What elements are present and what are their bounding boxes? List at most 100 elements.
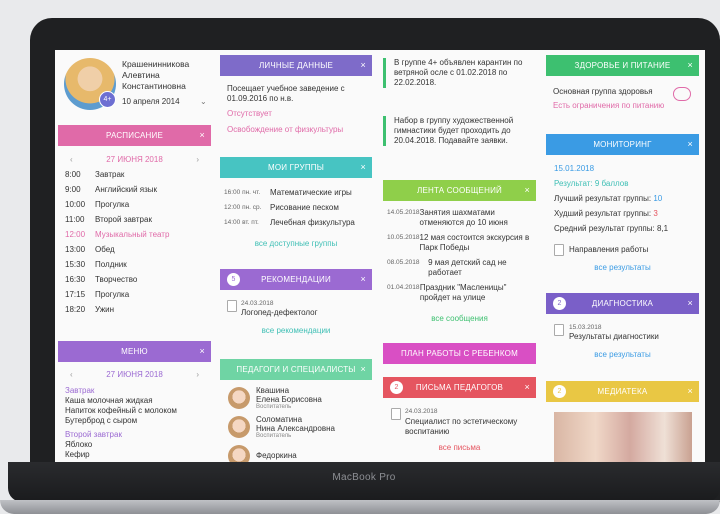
media-header: 2 МЕДИАТЕКА × xyxy=(546,381,699,402)
count-badge: 5 xyxy=(227,273,240,286)
close-icon[interactable]: × xyxy=(200,346,205,356)
menu-title: МЕНЮ xyxy=(121,347,148,356)
close-icon[interactable]: × xyxy=(361,364,366,374)
list-item: 11:00 Второй завтрак xyxy=(65,215,152,224)
list-item: 10:00 Прогулка xyxy=(65,200,130,209)
document-icon xyxy=(554,324,564,336)
all-results-link[interactable]: все результаты xyxy=(546,263,699,272)
column-4: ЗДОРОВЬЕ И ПИТАНИЕ × Основная группа здо… xyxy=(546,50,699,463)
close-icon[interactable]: × xyxy=(361,274,366,284)
teachers-list: Квашина Елена Борисовна Воспитатель Солома… xyxy=(220,383,372,463)
personal-header: ЛИЧНЫЕ ДАННЫЕ × xyxy=(220,55,372,76)
list-item[interactable]: Федоркина xyxy=(220,441,372,463)
feed-title: ЛЕНТА СООБЩЕНИЙ xyxy=(417,186,502,195)
menu-date: 27 ИЮНЯ 2018 xyxy=(106,370,163,379)
exemption-link[interactable]: Освобождение от физкультуры xyxy=(227,125,343,134)
age-badge: 4+ xyxy=(99,91,116,108)
all-groups-link[interactable]: все доступные группы xyxy=(220,239,372,248)
media-thumbnail[interactable] xyxy=(554,412,692,463)
groups-list: 16:00 пн. чт. Математические игры 12:00 п… xyxy=(220,185,372,230)
restriction-link[interactable]: Есть ограничения по питанию xyxy=(553,101,664,110)
all-diagnostics-link[interactable]: все результаты xyxy=(546,350,699,359)
column-3: В группе 4+ объявлен карантин по ветряно… xyxy=(383,50,536,463)
list-item[interactable]: Соломатина Нина Александровна Воспитатель xyxy=(220,412,372,441)
media-title: МЕДИАТЕКА xyxy=(597,387,648,396)
laptop-base xyxy=(0,500,720,514)
list-item[interactable]: 01.04.2018 Праздник "Масленицы" пройдет н… xyxy=(387,283,535,303)
avatar xyxy=(228,415,250,438)
all-messages-link[interactable]: все сообщения xyxy=(383,314,536,323)
list-item-current: 12:00 Музыкальный театр xyxy=(65,230,170,239)
profile-birthdate: 10 апреля 2014 xyxy=(122,97,180,106)
teachers-header: ПЕДАГОГИ И СПЕЦИАЛИСТЫ × xyxy=(220,359,372,380)
all-recommendations-link[interactable]: все рекомендации xyxy=(220,326,372,335)
monitoring-title: МОНИТОРИНГ xyxy=(593,140,652,149)
schedule-header: РАСПИСАНИЕ × xyxy=(58,125,211,146)
average-result: Средний результат группы: 8,1 xyxy=(554,224,669,233)
health-group: Основная группа здоровья xyxy=(553,87,653,96)
close-icon[interactable]: × xyxy=(688,139,693,149)
close-icon[interactable]: × xyxy=(688,60,693,70)
brand-label: MacBook Pro xyxy=(332,472,396,483)
column-1: 4+ Крашенинникова Алевтина Константиновн… xyxy=(58,50,211,463)
plan-button[interactable]: ПЛАН РАБОТЫ С РЕБЕНКОМ xyxy=(383,343,536,364)
close-icon[interactable]: × xyxy=(525,382,530,392)
close-icon[interactable]: × xyxy=(361,60,366,70)
menu-list: Завтрак Каша молочная жидкая Напиток коф… xyxy=(58,386,211,460)
list-item[interactable]: 16:00 пн. чт. Математические игры xyxy=(220,185,372,200)
menu-header: МЕНЮ × xyxy=(58,341,211,362)
notice-quarantine: В группе 4+ объявлен карантин по ветряно… xyxy=(383,58,533,88)
plan-title: ПЛАН РАБОТЫ С РЕБЕНКОМ xyxy=(401,349,518,358)
profile-name: Крашенинникова Алевтина Константиновна xyxy=(122,59,190,91)
list-item: Каша молочная жидкая xyxy=(65,396,153,405)
feed-header: ЛЕНТА СООБЩЕНИЙ × xyxy=(383,180,536,201)
close-icon[interactable]: × xyxy=(688,298,693,308)
list-item[interactable]: 14.05.2018 Занятия шахматами отменяются д… xyxy=(387,208,535,228)
next-day-icon[interactable]: › xyxy=(196,370,199,379)
recommendation-item[interactable]: Логопед-дефектолог xyxy=(241,308,318,318)
health-header: ЗДОРОВЬЕ И ПИТАНИЕ × xyxy=(546,55,699,76)
close-icon[interactable]: × xyxy=(525,185,530,195)
work-directions-link[interactable]: Направления работы xyxy=(569,245,648,255)
count-badge: 2 xyxy=(553,297,566,310)
list-item: Бутерброд с сыром xyxy=(65,416,138,425)
all-letters-link[interactable]: все письма xyxy=(383,443,536,452)
close-icon[interactable]: × xyxy=(200,130,205,140)
chevron-down-icon[interactable]: ⌄ xyxy=(200,97,207,106)
document-icon xyxy=(227,300,237,312)
list-item[interactable]: 14:00 вт. пт. Лечебная физкультура xyxy=(220,215,372,230)
app-screen: 4+ Крашенинникова Алевтина Константиновн… xyxy=(55,50,705,463)
avatar xyxy=(228,444,250,463)
schedule-date: 27 ИЮНЯ 2018 xyxy=(106,155,163,164)
avatar xyxy=(228,386,250,409)
document-icon xyxy=(391,408,401,420)
list-item: 13:00 Обед xyxy=(65,245,115,254)
teachers-title: ПЕДАГОГИ И СПЕЦИАЛИСТЫ xyxy=(236,365,356,374)
letters-title: ПИСЬМА ПЕДАГОГОВ xyxy=(415,383,504,392)
schedule-date-nav: ‹ 27 ИЮНЯ 2018 › xyxy=(58,155,211,164)
next-day-icon[interactable]: › xyxy=(196,155,199,164)
recommendations-title: РЕКОМЕНДАЦИИ xyxy=(261,275,331,284)
count-badge: 2 xyxy=(553,385,566,398)
close-icon[interactable]: × xyxy=(361,162,366,172)
letter-item[interactable]: Специалист по эстетическому воспитанию xyxy=(405,417,530,437)
menu-date-nav: ‹ 27 ИЮНЯ 2018 › xyxy=(58,370,211,379)
prev-day-icon[interactable]: ‹ xyxy=(70,155,73,164)
list-item[interactable]: 08.05.2018 9 мая детский сад не работает xyxy=(387,258,535,278)
list-item[interactable]: 12:00 пн. ср. Рисование песком xyxy=(220,200,372,215)
list-item: 8:00 Завтрак xyxy=(65,170,125,179)
worst-result: Худший результат группы: 3 xyxy=(554,209,658,218)
status-badge: Отсутствует xyxy=(227,109,272,118)
prev-day-icon[interactable]: ‹ xyxy=(70,370,73,379)
close-icon[interactable]: × xyxy=(688,386,693,396)
feed-list: 14.05.2018 Занятия шахматами отменяются д… xyxy=(387,208,535,308)
letters-header: 2 ПИСЬМА ПЕДАГОГОВ × xyxy=(383,377,536,398)
list-item[interactable]: 10.05.2018 12 мая состоится экскурсия в П… xyxy=(387,233,535,253)
diagnostics-title: ДИАГНОСТИКА xyxy=(591,299,654,308)
diagnostics-item[interactable]: Результаты диагностики xyxy=(569,332,659,342)
list-item[interactable]: Квашина Елена Борисовна Воспитатель xyxy=(220,383,372,412)
groups-header: МОИ ГРУППЫ × xyxy=(220,157,372,178)
list-item: Напиток кофейный с молоком xyxy=(65,406,177,415)
column-2: ЛИЧНЫЕ ДАННЫЕ × Посещает учебное заведен… xyxy=(220,50,372,463)
list-item: Яблоко xyxy=(65,440,93,449)
